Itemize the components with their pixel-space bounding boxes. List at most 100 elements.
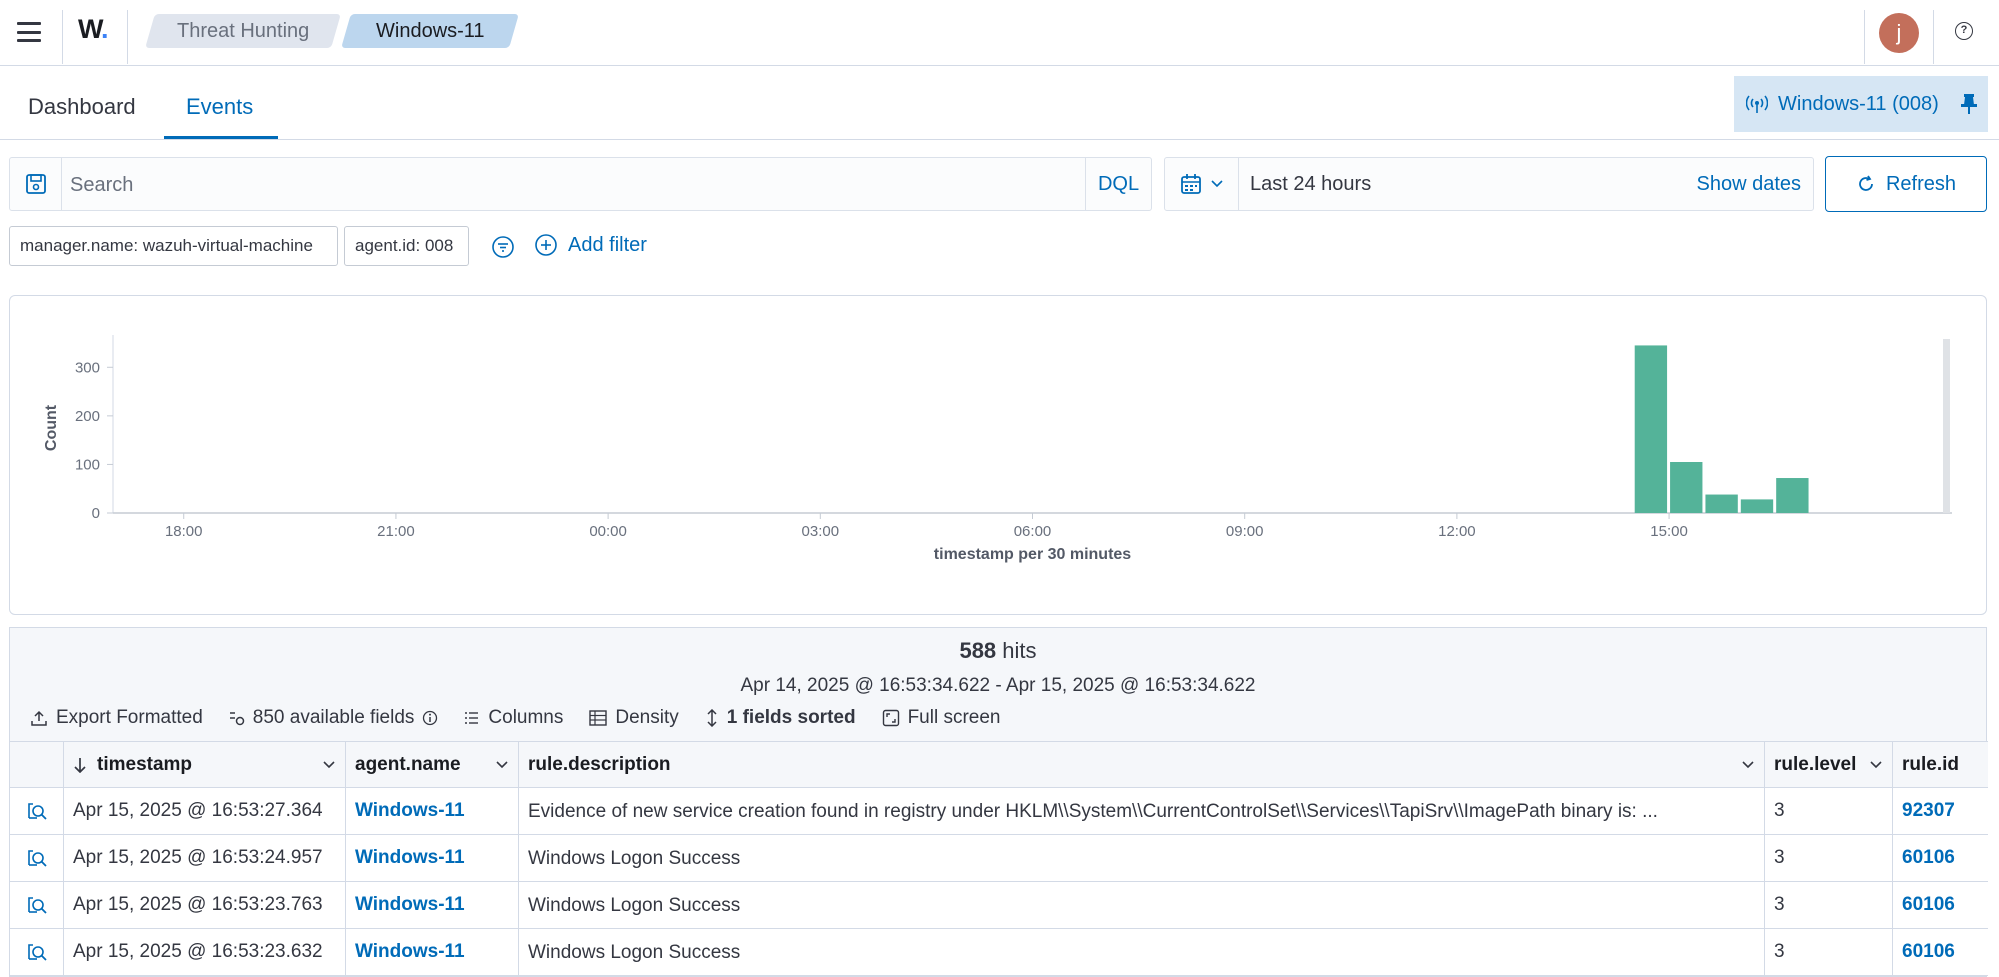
cell-rule-level: 3 xyxy=(1765,929,1893,975)
full-screen-button[interactable]: Full screen xyxy=(882,707,1001,729)
pin-icon[interactable] xyxy=(1960,93,1978,115)
search-bar: DQL xyxy=(9,157,1152,211)
cell-rule-id[interactable]: 92307 xyxy=(1893,788,1988,834)
header-rule-description[interactable]: rule.description xyxy=(519,742,1765,787)
histogram-bar xyxy=(1634,345,1668,513)
sort-icon xyxy=(707,709,717,727)
info-icon[interactable] xyxy=(422,710,438,726)
cell-timestamp: Apr 15, 2025 @ 16:53:24.957 xyxy=(64,835,346,881)
chevron-down-icon[interactable] xyxy=(322,760,336,770)
divider xyxy=(1864,10,1865,64)
header-cell-actions xyxy=(10,742,64,787)
x-axis-label: timestamp per 30 minutes xyxy=(934,546,1132,563)
avatar[interactable]: j xyxy=(1879,13,1919,53)
cell-rule-description: Evidence of new service creation found i… xyxy=(519,788,1765,834)
header-timestamp[interactable]: timestamp xyxy=(64,742,346,787)
results-panel: 588 hits Apr 14, 2025 @ 16:53:34.622 - A… xyxy=(9,627,1988,977)
grid-toolbar: Export Formatted 850 available fields Co… xyxy=(30,707,1001,729)
y-tick-label: 0 xyxy=(92,505,100,522)
active-tab-indicator xyxy=(164,136,278,139)
header-rule-level[interactable]: rule.level xyxy=(1765,742,1893,787)
filter-pill-agent[interactable]: agent.id: 008 xyxy=(344,226,469,266)
histogram-bar xyxy=(1670,462,1703,513)
x-tick-label: 00:00 xyxy=(589,523,627,540)
cell-agent-name[interactable]: Windows-11 xyxy=(346,929,519,975)
calendar-icon xyxy=(1180,174,1201,194)
chevron-down-icon[interactable] xyxy=(1869,760,1883,770)
tab-dashboard[interactable]: Dashboard xyxy=(28,94,136,120)
plus-circle-icon xyxy=(535,234,557,256)
divider xyxy=(127,10,128,64)
antenna-icon xyxy=(1746,95,1768,113)
cell-rule-description: Windows Logon Success xyxy=(519,929,1765,975)
divider xyxy=(62,10,63,64)
filter-pill-manager[interactable]: manager.name: wazuh-virtual-machine xyxy=(9,226,338,266)
cell-rule-id[interactable]: 60106 xyxy=(1893,929,1988,975)
cell-timestamp: Apr 15, 2025 @ 16:53:27.364 xyxy=(64,788,346,834)
cell-agent-name[interactable]: Windows-11 xyxy=(346,882,519,928)
add-filter-button[interactable]: Add filter xyxy=(534,233,647,257)
breadcrumb-threat-hunting[interactable]: Threat Hunting xyxy=(145,14,341,48)
histogram-panel: 0 100 200 300 18:00 21:00 00:00 03:00 06:00 09:00… xyxy=(9,295,1987,615)
inspect-document-icon[interactable] xyxy=(10,882,64,928)
cell-agent-name[interactable]: Windows-11 xyxy=(346,835,519,881)
inspect-document-icon[interactable] xyxy=(10,835,64,881)
pinned-agent-badge[interactable]: Windows-11 (008) xyxy=(1734,76,1988,132)
y-tick-label: 200 xyxy=(75,408,100,425)
fields-icon xyxy=(229,712,245,726)
x-tick-label: 12:00 xyxy=(1438,523,1476,540)
chevron-down-icon[interactable] xyxy=(1741,760,1755,770)
cell-rule-id[interactable]: 60106 xyxy=(1893,882,1988,928)
save-query-icon[interactable] xyxy=(10,158,62,210)
x-tick-label: 15:00 xyxy=(1650,523,1688,540)
help-icon[interactable]: ? xyxy=(1955,22,1973,40)
refresh-button[interactable]: Refresh xyxy=(1825,156,1987,212)
date-range-text[interactable]: Last 24 hours xyxy=(1250,173,1371,196)
dql-language-button[interactable]: DQL xyxy=(1085,158,1151,210)
x-tick-label: 09:00 xyxy=(1226,523,1264,540)
logo[interactable]: W. xyxy=(78,14,108,45)
export-icon xyxy=(31,710,47,726)
quick-menu-button[interactable] xyxy=(1165,158,1239,210)
cell-rule-description: Windows Logon Success xyxy=(519,882,1765,928)
sort-fields-button[interactable]: 1 fields sorted xyxy=(705,707,856,729)
cell-rule-id[interactable]: 60106 xyxy=(1893,835,1988,881)
histogram-bar xyxy=(1740,499,1774,513)
cell-rule-level: 3 xyxy=(1765,835,1893,881)
time-range-label: Apr 14, 2025 @ 16:53:34.622 - Apr 15, 20… xyxy=(740,675,1256,696)
export-formatted-button[interactable]: Export Formatted xyxy=(30,707,203,729)
menu-icon[interactable] xyxy=(14,18,44,46)
density-button[interactable]: Density xyxy=(589,707,679,729)
available-fields-button[interactable]: 850 available fields xyxy=(229,707,439,729)
table-row: Apr 15, 2025 @ 16:53:24.957 Windows-11 W… xyxy=(10,835,1988,882)
fullscreen-icon xyxy=(882,709,899,727)
y-tick-label: 300 xyxy=(75,359,100,376)
show-dates-button[interactable]: Show dates xyxy=(1696,173,1801,196)
inspect-document-icon[interactable] xyxy=(10,788,64,834)
header-rule-id[interactable]: rule.id xyxy=(1893,742,1988,787)
filter-menu-icon[interactable] xyxy=(491,235,515,259)
breadcrumb-agent[interactable]: Windows-11 xyxy=(341,14,519,48)
table-row: Apr 15, 2025 @ 16:53:23.763 Windows-11 W… xyxy=(10,882,1988,929)
table-row: Apr 15, 2025 @ 16:53:23.632 Windows-11 W… xyxy=(10,929,1988,976)
x-tick-label: 03:00 xyxy=(802,523,840,540)
histogram-bar xyxy=(1705,494,1738,513)
columns-button[interactable]: Columns xyxy=(464,707,563,729)
add-filter-label: Add filter xyxy=(568,233,647,256)
tab-events[interactable]: Events xyxy=(186,94,253,120)
search-input[interactable] xyxy=(70,174,970,197)
inspect-document-icon[interactable] xyxy=(10,929,64,975)
list-icon xyxy=(465,712,479,724)
cell-agent-name[interactable]: Windows-11 xyxy=(346,788,519,834)
now-marker xyxy=(1943,339,1950,513)
events-table: timestamp agent.name rule.description ru… xyxy=(10,741,1988,976)
cell-rule-level: 3 xyxy=(1765,788,1893,834)
refresh-icon xyxy=(1859,175,1873,191)
cell-rule-description: Windows Logon Success xyxy=(519,835,1765,881)
table-header-row: timestamp agent.name rule.description ru… xyxy=(10,742,1988,788)
histogram-bar xyxy=(1776,478,1809,513)
sort-desc-icon xyxy=(74,757,86,773)
chevron-down-icon[interactable] xyxy=(495,760,509,770)
histogram-chart: 0 100 200 300 18:00 21:00 00:00 03:00 06:00 09:00… xyxy=(43,335,1952,563)
header-agent-name[interactable]: agent.name xyxy=(346,742,519,787)
